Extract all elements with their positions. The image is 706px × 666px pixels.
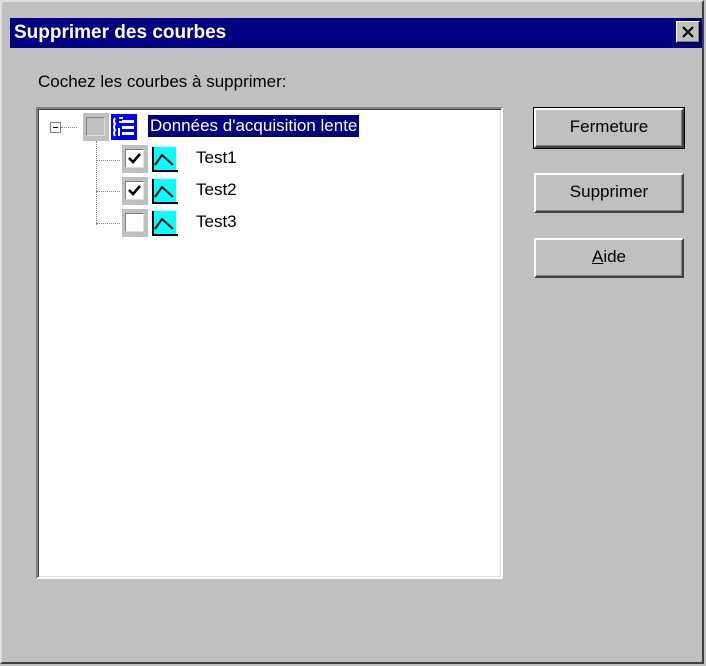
instruction-label: Cochez les courbes à supprimer: bbox=[38, 72, 287, 91]
help-label-rest: ide bbox=[603, 247, 627, 266]
tree-connector bbox=[96, 160, 120, 161]
tree-item-label[interactable]: Test1 bbox=[196, 147, 237, 169]
tree-connector bbox=[96, 141, 97, 225]
root-checkbox[interactable] bbox=[83, 113, 109, 141]
tree-item-label[interactable]: Test2 bbox=[196, 179, 237, 201]
title-bar[interactable]: Supprimer des courbes bbox=[10, 18, 702, 48]
test3-checkbox[interactable] bbox=[122, 209, 148, 237]
tree-root-label[interactable]: Données d'acquisition lente bbox=[146, 114, 361, 138]
window-title: Supprimer des courbes bbox=[14, 22, 227, 43]
tree-item-label[interactable]: Test3 bbox=[196, 211, 237, 233]
close-window-button[interactable] bbox=[676, 21, 700, 43]
test1-checkbox[interactable] bbox=[122, 145, 148, 173]
delete-button[interactable]: Supprimer bbox=[534, 173, 684, 213]
collapse-toggle[interactable] bbox=[50, 122, 61, 133]
checkmark-icon bbox=[128, 185, 141, 196]
test2-checkbox[interactable] bbox=[122, 177, 148, 205]
data-folder-icon bbox=[110, 113, 138, 141]
close-button[interactable]: Fermeture bbox=[533, 107, 685, 149]
close-icon bbox=[682, 26, 694, 38]
curve-icon bbox=[151, 145, 179, 173]
help-mnemonic: A bbox=[591, 247, 604, 266]
checkmark-icon bbox=[128, 153, 141, 164]
delete-curves-dialog: Supprimer des courbes Cochez les courbes… bbox=[0, 0, 704, 664]
curve-icon bbox=[151, 209, 179, 237]
help-button[interactable]: Aide bbox=[534, 238, 684, 278]
tree-connector bbox=[96, 223, 120, 224]
curves-tree[interactable]: Données d'acquisition lente Test1 Test2 … bbox=[36, 107, 503, 579]
tree-connector bbox=[61, 127, 77, 128]
curve-icon bbox=[151, 177, 179, 205]
tree-connector bbox=[96, 191, 120, 192]
